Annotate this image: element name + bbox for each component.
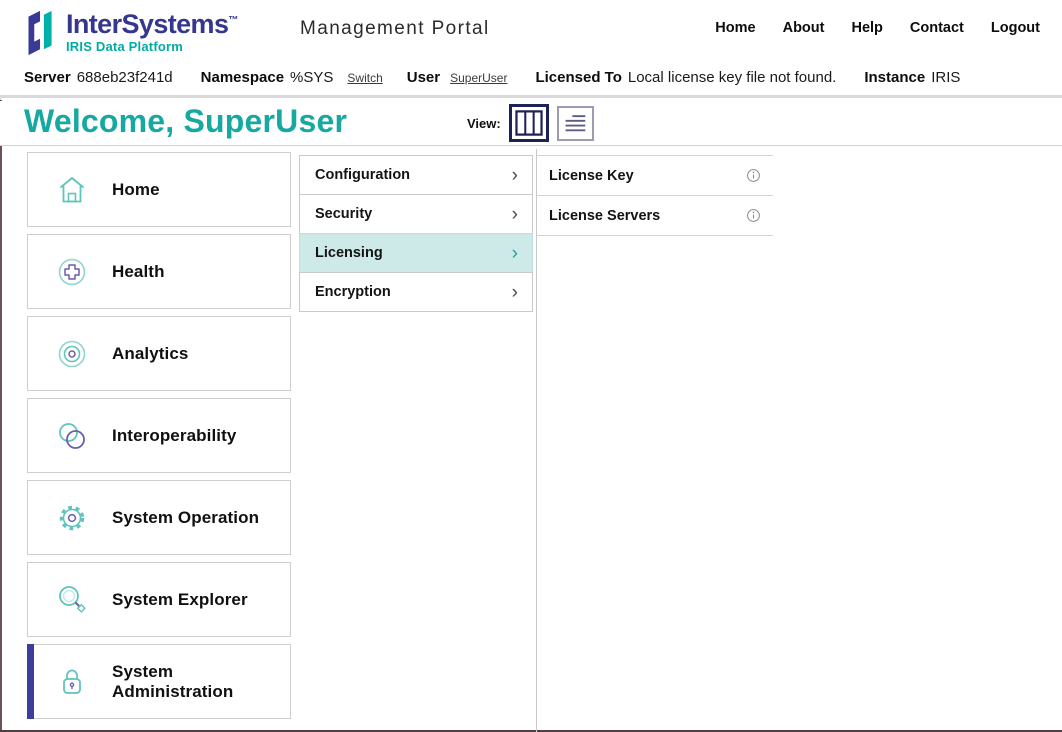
main-menu: Home Health Analytics Interoperability <box>27 152 291 719</box>
nav-about-link[interactable]: About <box>783 20 825 36</box>
submenu-item-label: Configuration <box>315 167 410 183</box>
menu-item-system-administration[interactable]: System Administration <box>27 644 291 719</box>
chevron-right-icon: › <box>512 166 518 185</box>
submenu-item-security[interactable]: Security › <box>299 194 533 234</box>
submenu-item-encryption[interactable]: Encryption › <box>299 272 533 312</box>
menu-item-health[interactable]: Health <box>27 234 291 309</box>
welcome-band: Welcome, SuperUser View: <box>0 101 1062 146</box>
brand-subtitle: IRIS Data Platform <box>66 39 238 54</box>
column-divider <box>536 149 537 732</box>
welcome-title: Welcome, SuperUser <box>24 103 347 140</box>
licensed-to-label: Licensed To <box>535 69 621 86</box>
namespace-label: Namespace <box>201 69 284 86</box>
menu-item-label: Analytics <box>112 344 189 364</box>
instance-label: Instance <box>864 69 925 86</box>
submenu-item-label: License Servers <box>549 208 660 224</box>
management-portal-page: InterSystems™ IRIS Data Platform Managem… <box>0 0 1062 732</box>
nav-logout-link[interactable]: Logout <box>991 20 1040 36</box>
window-edge <box>0 100 2 732</box>
menu-item-home[interactable]: Home <box>27 152 291 227</box>
nav-home-link[interactable]: Home <box>715 20 755 36</box>
user-value-link[interactable]: SuperUser <box>450 71 507 85</box>
chevron-right-icon: › <box>512 283 518 302</box>
chevron-right-icon: › <box>512 205 518 224</box>
submenu-item-configuration[interactable]: Configuration › <box>299 155 533 195</box>
selected-accent-bar <box>27 644 34 719</box>
view-label: View: <box>467 116 501 131</box>
server-label: Server <box>24 69 71 86</box>
submenu-item-label: Encryption <box>315 284 391 300</box>
submenu-item-license-servers[interactable]: License Servers <box>537 195 773 235</box>
submenu-item-label: Security <box>315 206 372 222</box>
nav-contact-link[interactable]: Contact <box>910 20 964 36</box>
submenu-item-licensing[interactable]: Licensing › <box>299 233 533 273</box>
menu-item-system-operation[interactable]: System Operation <box>27 480 291 555</box>
intersystems-logo-icon <box>24 7 58 57</box>
menu-item-analytics[interactable]: Analytics <box>27 316 291 391</box>
brand-name: InterSystems™ <box>66 7 238 38</box>
health-icon <box>54 254 90 290</box>
analytics-icon <box>54 336 90 372</box>
chevron-right-icon: › <box>512 244 518 263</box>
user-label: User <box>407 69 440 86</box>
switch-namespace-link[interactable]: Switch <box>347 71 382 85</box>
submenu-administration: Configuration › Security › Licensing › E… <box>299 155 533 312</box>
instance-value: IRIS <box>931 69 960 86</box>
top-nav: Home About Help Contact Logout <box>715 20 1040 36</box>
list-view-icon <box>562 111 588 135</box>
nav-help-link[interactable]: Help <box>851 20 882 36</box>
namespace-value: %SYS <box>290 69 333 86</box>
server-value: 688eb23f241d <box>77 69 173 86</box>
submenu-item-label: Licensing <box>315 245 383 261</box>
submenu-item-label: License Key <box>549 168 634 184</box>
menu-item-label: Home <box>112 180 160 200</box>
menu-item-label: System Administration <box>112 662 290 702</box>
menu-item-label: Interoperability <box>112 426 236 446</box>
interoperability-icon <box>54 418 90 454</box>
info-icon[interactable] <box>746 168 761 183</box>
server-info-bar: Server 688eb23f241d Namespace %SYS Switc… <box>0 60 1062 98</box>
submenu-licensing: License Key License Servers <box>537 155 773 236</box>
licensed-to-value: Local license key file not found. <box>628 69 836 86</box>
info-icon[interactable] <box>746 208 761 223</box>
columns-view-button[interactable] <box>509 104 549 142</box>
menu-item-label: System Explorer <box>112 590 248 610</box>
system-explorer-icon <box>54 582 90 618</box>
list-view-button[interactable] <box>557 106 594 141</box>
top-header: InterSystems™ IRIS Data Platform Managem… <box>0 0 1062 60</box>
system-administration-icon <box>54 664 90 700</box>
view-switcher: View: <box>467 104 594 142</box>
system-operation-icon <box>54 500 90 536</box>
menu-item-interoperability[interactable]: Interoperability <box>27 398 291 473</box>
columns-view-icon <box>515 110 543 136</box>
home-icon <box>54 172 90 208</box>
menu-item-label: Health <box>112 262 165 282</box>
page-title: Management Portal <box>300 18 490 40</box>
menu-item-label: System Operation <box>112 508 259 528</box>
submenu-item-license-key[interactable]: License Key <box>537 155 773 195</box>
trademark: ™ <box>228 15 237 26</box>
intersystems-logo[interactable]: InterSystems™ IRIS Data Platform <box>24 7 238 57</box>
menu-item-system-explorer[interactable]: System Explorer <box>27 562 291 637</box>
